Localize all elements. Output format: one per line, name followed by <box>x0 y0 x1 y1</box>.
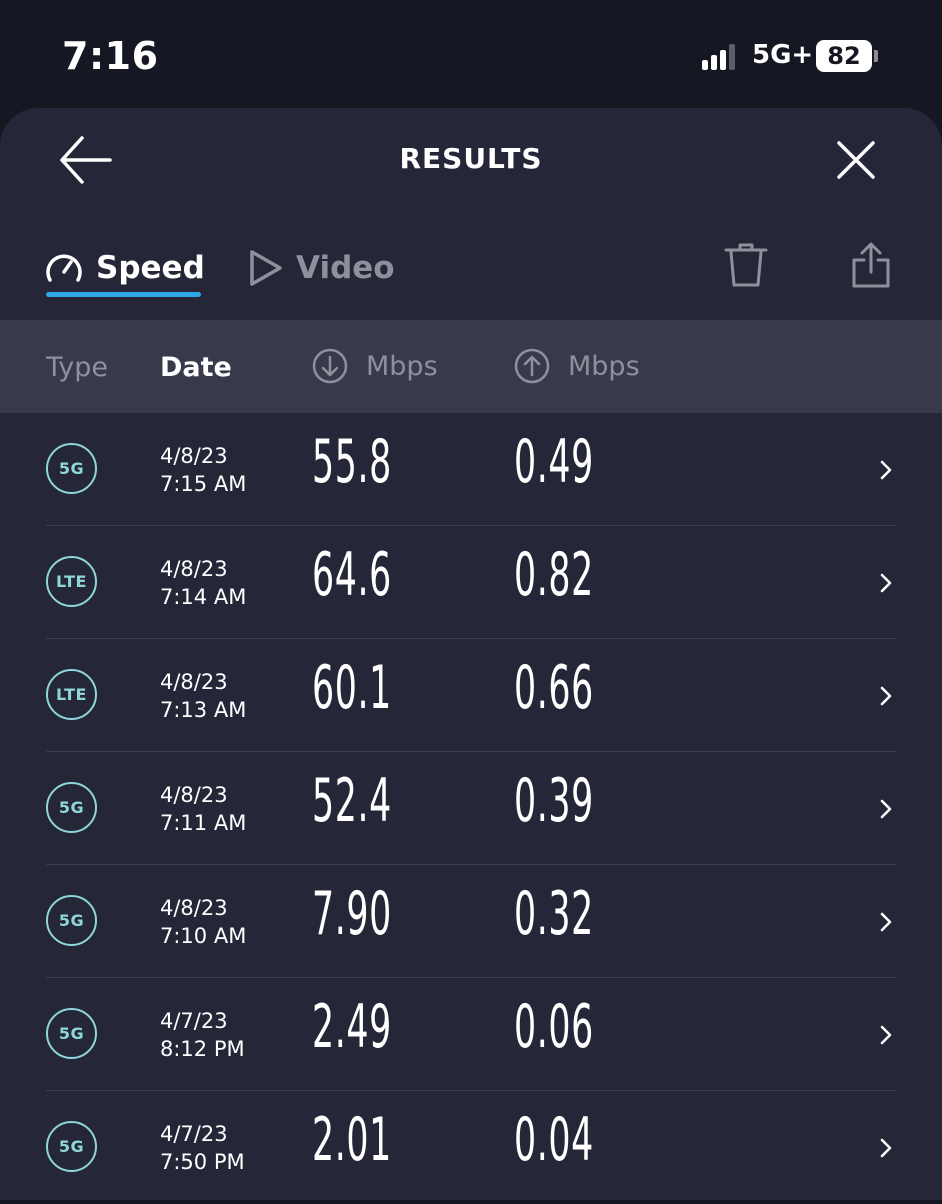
upload-speed: 0.82 <box>514 540 594 610</box>
result-date: 4/8/23 <box>160 444 228 468</box>
tab-video-label: Video <box>296 250 395 286</box>
result-time: 7:13 AM <box>160 698 247 722</box>
result-time: 7:11 AM <box>160 811 247 835</box>
status-bar: 7:16 5G+ 82 <box>0 0 942 110</box>
download-speed: 52.4 <box>312 766 392 836</box>
network-type-badge: LTE <box>46 669 97 720</box>
upload-speed: 0.04 <box>514 1105 594 1175</box>
battery-icon: 82 <box>816 40 872 72</box>
download-arrow-icon <box>312 348 348 384</box>
trash-icon[interactable] <box>724 242 768 288</box>
cellular-signal-icon <box>702 44 738 70</box>
battery-level: 82 <box>827 42 861 70</box>
result-date: 4/8/23 <box>160 896 228 920</box>
column-upload[interactable]: Mbps <box>514 348 640 384</box>
result-row[interactable]: 5G 4/7/23 7:50 PM 2.01 0.04 <box>0 1091 942 1204</box>
page-title: RESULTS <box>399 142 543 175</box>
result-row[interactable]: 5G 4/8/23 7:11 AM 52.4 0.39 <box>0 752 942 865</box>
column-download[interactable]: Mbps <box>312 348 438 384</box>
result-date: 4/8/23 <box>160 783 228 807</box>
result-time: 8:12 PM <box>160 1037 245 1061</box>
upload-speed: 0.06 <box>514 992 594 1062</box>
close-icon[interactable] <box>834 138 878 182</box>
upload-speed: 0.49 <box>514 427 594 497</box>
network-type: 5G+ <box>752 40 814 70</box>
upload-arrow-icon <box>514 348 550 384</box>
download-speed: 2.49 <box>312 992 392 1062</box>
tab-speed[interactable]: Speed <box>44 244 205 292</box>
column-type[interactable]: Type <box>46 352 108 383</box>
speedometer-icon <box>46 254 82 282</box>
download-speed: 60.1 <box>312 653 392 723</box>
result-row[interactable]: 5G 4/8/23 7:10 AM 7.90 0.32 <box>0 865 942 978</box>
share-icon[interactable] <box>850 240 892 290</box>
download-speed: 55.8 <box>312 427 392 497</box>
result-date: 4/7/23 <box>160 1009 228 1033</box>
download-speed: 64.6 <box>312 540 392 610</box>
column-date[interactable]: Date <box>160 352 232 383</box>
result-time: 7:15 AM <box>160 472 247 496</box>
column-download-label: Mbps <box>366 350 438 382</box>
network-type-badge: 5G <box>46 895 97 946</box>
chevron-right-icon <box>880 912 892 932</box>
chevron-right-icon <box>880 686 892 706</box>
play-icon <box>250 250 282 286</box>
chevron-right-icon <box>880 799 892 819</box>
result-date: 4/8/23 <box>160 557 228 581</box>
chevron-right-icon <box>880 573 892 593</box>
result-row[interactable]: 5G 4/8/23 7:15 AM 55.8 0.49 <box>0 413 942 526</box>
result-row[interactable]: 5G 4/7/23 8:12 PM 2.49 0.06 <box>0 978 942 1091</box>
result-time: 7:14 AM <box>160 585 247 609</box>
results-table-header: Type Date Mbps Mbps <box>0 320 942 413</box>
result-date: 4/7/23 <box>160 1122 228 1146</box>
chevron-right-icon <box>880 1138 892 1158</box>
chevron-right-icon <box>880 460 892 480</box>
status-time: 7:16 <box>62 34 159 78</box>
network-type-badge: 5G <box>46 1008 97 1059</box>
chevron-right-icon <box>880 1025 892 1045</box>
download-speed: 2.01 <box>312 1105 392 1175</box>
tab-speed-label: Speed <box>96 250 205 286</box>
network-type-badge: 5G <box>46 782 97 833</box>
tab-video[interactable]: Video <box>246 244 395 292</box>
battery-tip <box>874 50 878 62</box>
result-row[interactable]: LTE 4/8/23 7:13 AM 60.1 0.66 <box>0 639 942 752</box>
result-date: 4/8/23 <box>160 670 228 694</box>
upload-speed: 0.39 <box>514 766 594 836</box>
network-type-badge: LTE <box>46 556 97 607</box>
network-type-badge: 5G <box>46 443 97 494</box>
column-upload-label: Mbps <box>568 350 640 382</box>
result-row[interactable]: LTE 4/8/23 7:14 AM 64.6 0.82 <box>0 526 942 639</box>
upload-speed: 0.66 <box>514 653 594 723</box>
result-time: 7:50 PM <box>160 1150 245 1174</box>
download-speed: 7.90 <box>312 879 392 949</box>
result-time: 7:10 AM <box>160 924 247 948</box>
active-tab-indicator <box>46 292 201 297</box>
network-type-badge: 5G <box>46 1121 97 1172</box>
upload-speed: 0.32 <box>514 879 594 949</box>
